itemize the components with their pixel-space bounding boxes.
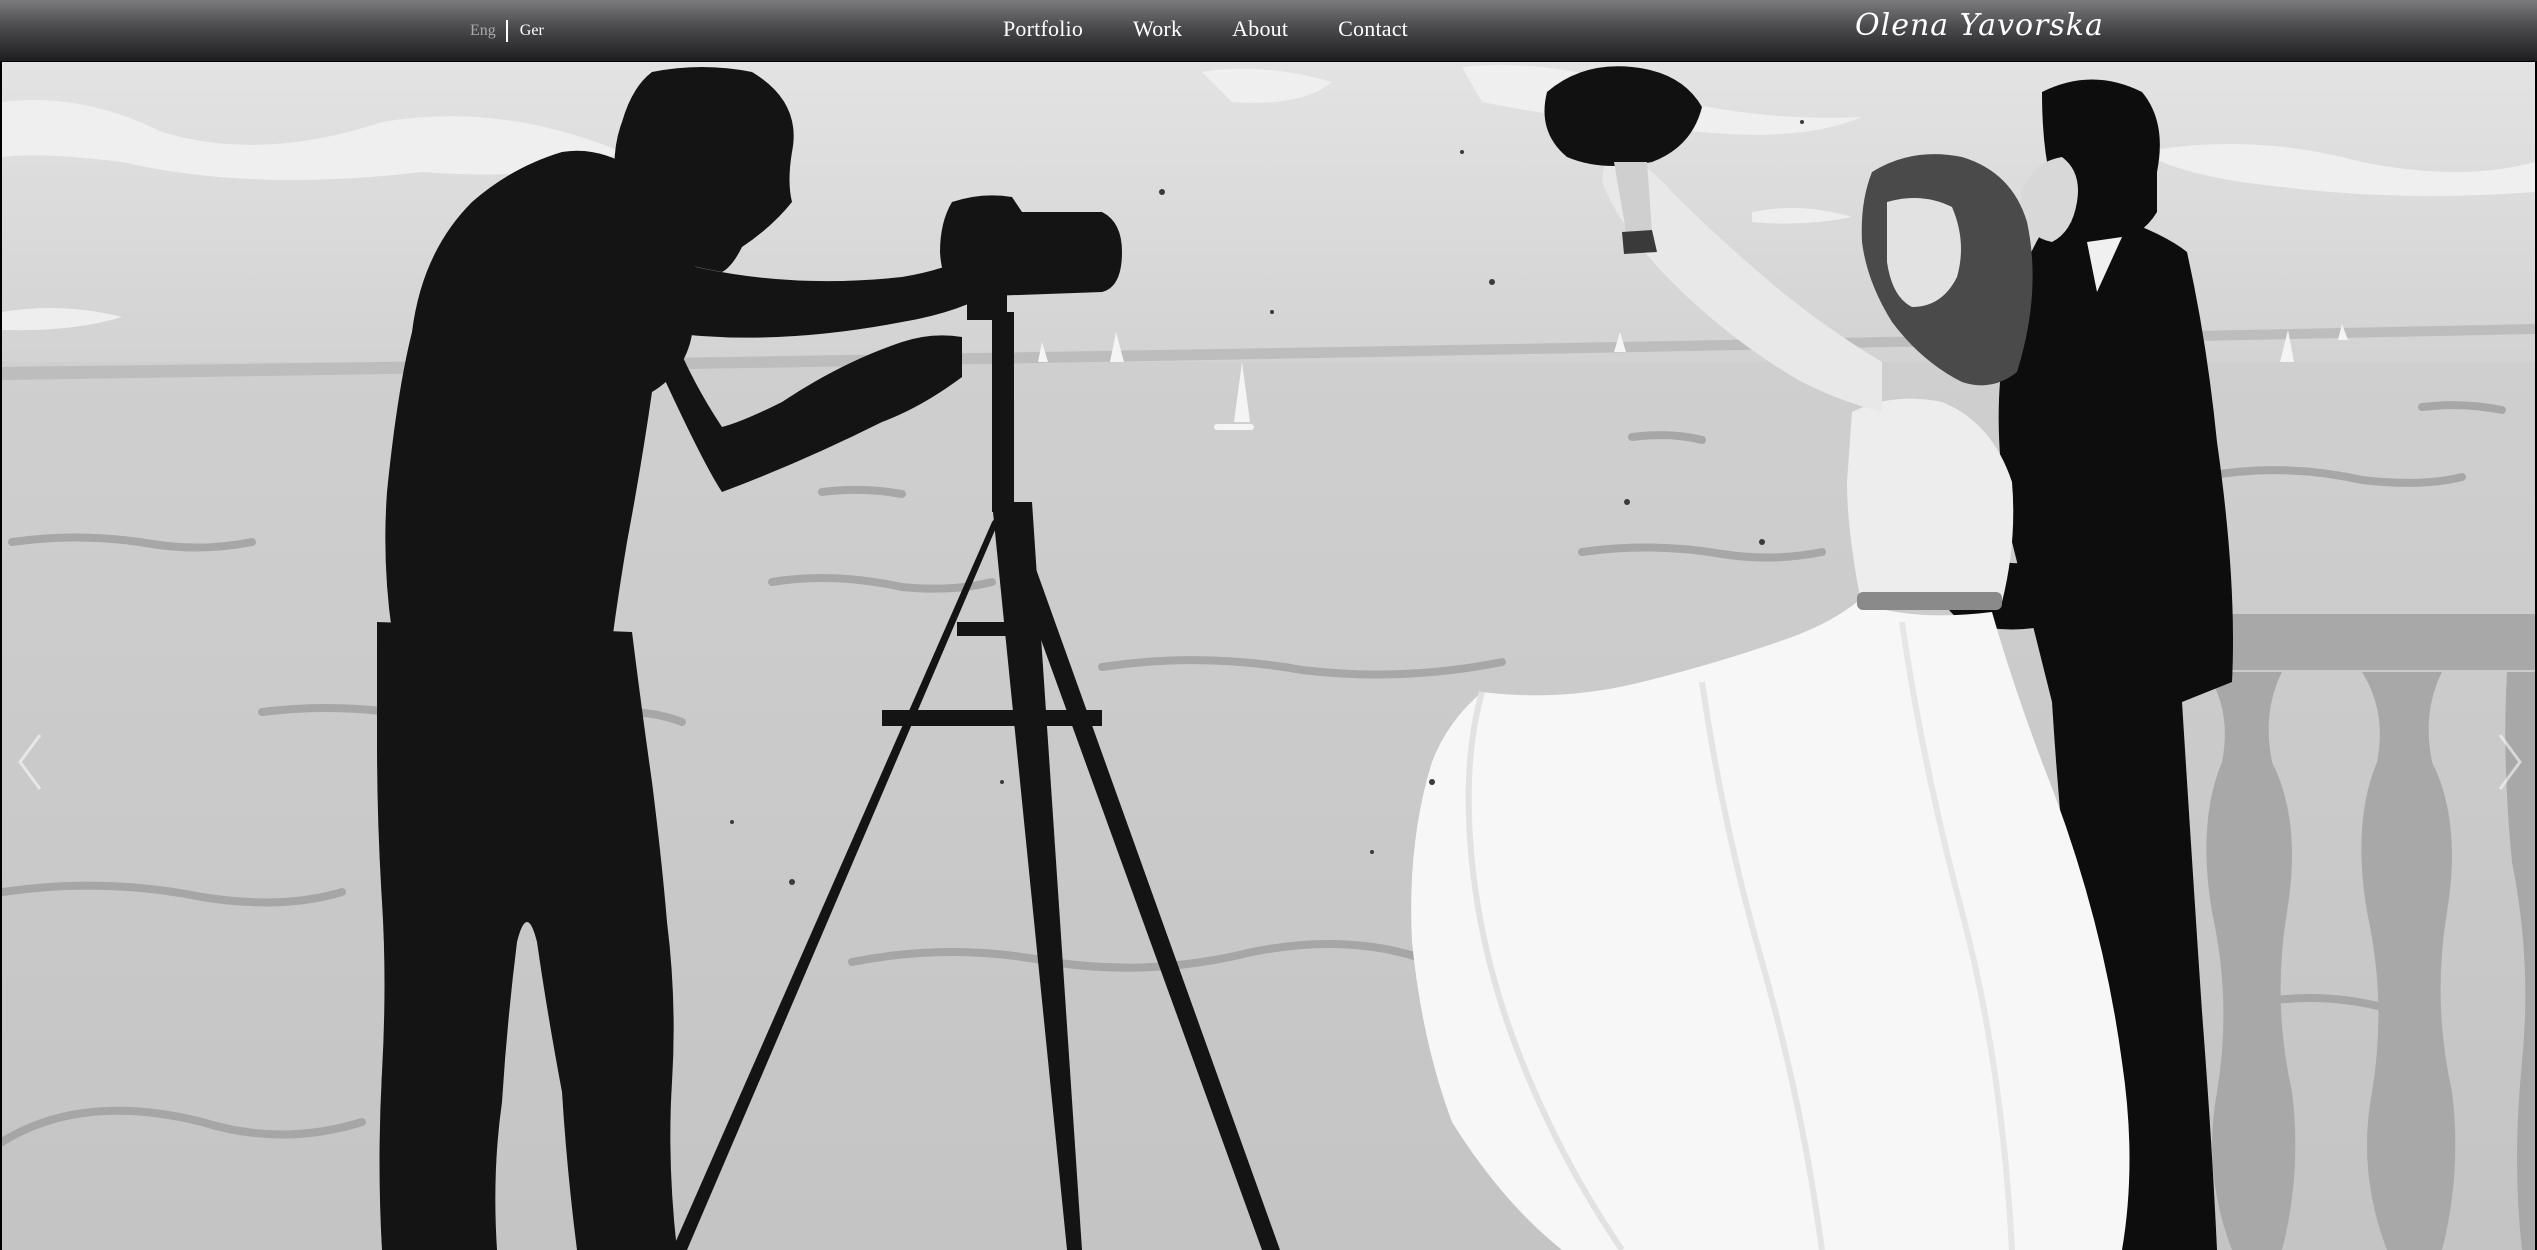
site-logo[interactable]: Olena Yavorska	[1855, 0, 2104, 62]
language-ger-link[interactable]: Ger	[520, 22, 544, 40]
language-eng-link[interactable]: Eng	[470, 22, 496, 40]
slider-next-button[interactable]	[2492, 727, 2526, 797]
hero-image	[2, 62, 2535, 1250]
slider-prev-button[interactable]	[14, 727, 48, 797]
hero-slider	[2, 62, 2535, 1250]
nav-contact[interactable]: Contact	[1338, 16, 1408, 42]
chevron-left-icon	[18, 734, 42, 790]
logo-signature: Olena Yavorska	[1855, 8, 2104, 43]
nav-portfolio[interactable]: Portfolio	[1003, 16, 1083, 42]
nav-work[interactable]: Work	[1133, 16, 1182, 42]
language-switcher: Eng Ger	[470, 18, 544, 44]
main-nav: Portfolio Work About Contact	[1003, 16, 1408, 42]
nav-about[interactable]: About	[1232, 16, 1288, 42]
top-bar: Eng Ger Portfolio Work About Contact Ole…	[0, 0, 2537, 62]
language-divider	[505, 20, 508, 42]
chevron-right-icon	[2498, 734, 2522, 790]
